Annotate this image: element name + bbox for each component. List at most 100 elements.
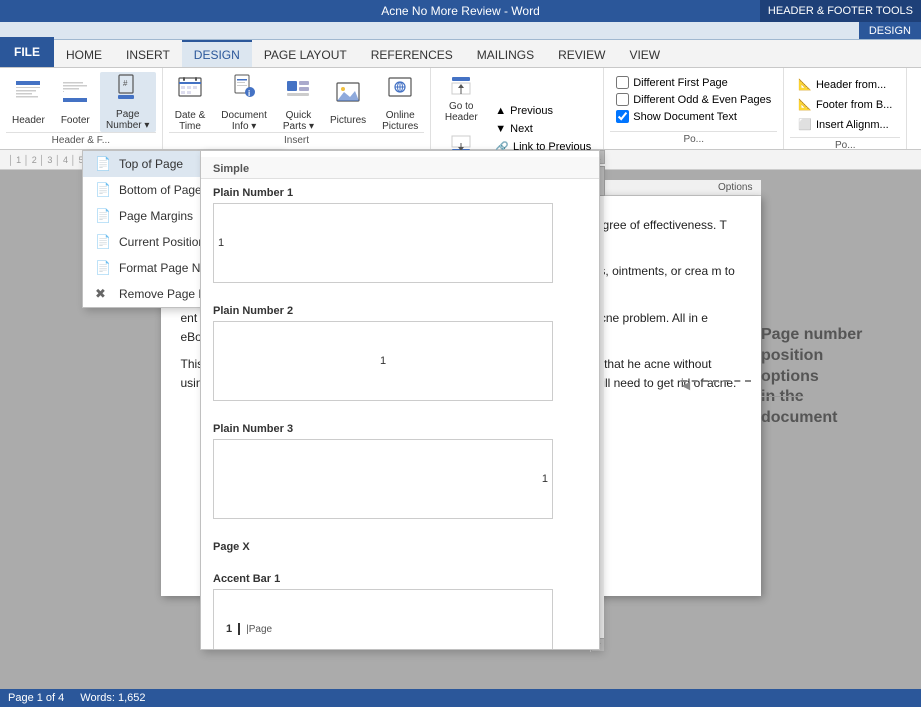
- page-x-title: Page X: [213, 541, 587, 553]
- ribbon-group-header-footer: Header Footer: [0, 68, 163, 149]
- plain-number-3-title: Plain Number 3: [213, 423, 587, 435]
- svg-text:i: i: [248, 89, 250, 98]
- header-label: Header: [12, 115, 45, 126]
- previous-label: Previous: [510, 105, 553, 117]
- tab-page-layout[interactable]: PAGE LAYOUT: [252, 40, 359, 67]
- page-number-button[interactable]: # PageNumber ▾: [100, 72, 156, 132]
- tab-insert[interactable]: INSERT: [114, 40, 182, 67]
- document-info-label: DocumentInfo ▾: [221, 110, 267, 132]
- hf-tools-bar: DESIGN: [0, 22, 921, 40]
- ribbon-content: Header Footer: [0, 68, 921, 150]
- ribbon-group-options: Different First Page Different Odd & Eve…: [604, 68, 784, 149]
- pictures-button[interactable]: Pictures: [324, 72, 372, 132]
- plain-number-1-preview: 1: [213, 203, 553, 283]
- next-icon: ▼: [495, 123, 506, 135]
- page-margins-icon: 📄: [95, 208, 111, 224]
- go-to-header-label: Go toHeader: [445, 101, 478, 123]
- hf-tools-label: HEADER & FOOTER TOOLS: [760, 0, 921, 22]
- tab-view[interactable]: VIEW: [617, 40, 672, 67]
- page-number-icon: #: [114, 73, 142, 107]
- header-button[interactable]: Header: [6, 72, 51, 132]
- accent-bar-1-item[interactable]: Accent Bar 1 1 |Page: [201, 565, 599, 650]
- footer-from-icon: 📐: [798, 98, 812, 111]
- online-pictures-icon: [386, 73, 414, 108]
- previous-button[interactable]: ▲ Previous: [489, 103, 597, 119]
- tab-references[interactable]: REFERENCES: [359, 40, 465, 67]
- ribbon-group-navigation: Go toHeader Go toFooter: [431, 68, 604, 149]
- page-number-label: PageNumber ▾: [106, 109, 149, 131]
- page-count: Page 1 of 4: [8, 692, 64, 704]
- header-icon: [14, 78, 42, 113]
- tab-design[interactable]: DESIGN: [182, 40, 252, 67]
- plain-number-2-preview: 1: [213, 321, 553, 401]
- pictures-icon: [334, 78, 362, 113]
- status-bar: Page 1 of 4 Words: 1,652: [0, 689, 921, 707]
- title-bar: Acne No More Review - Word HEADER & FOOT…: [0, 0, 921, 22]
- date-time-button[interactable]: Date &Time: [169, 72, 212, 132]
- ribbon-tabs: FILE HOME INSERT DESIGN PAGE LAYOUT REFE…: [0, 40, 921, 68]
- accent-bar-1-title: Accent Bar 1: [213, 573, 587, 585]
- date-time-icon: [176, 73, 204, 108]
- header-from-icon: 📐: [798, 78, 812, 91]
- top-of-page-icon: 📄: [95, 156, 111, 172]
- previous-icon: ▲: [495, 105, 506, 117]
- hf-tools-design-label: DESIGN: [859, 22, 921, 39]
- online-pictures-button[interactable]: OnlinePictures: [376, 72, 424, 132]
- submenu-section-simple: Simple: [201, 157, 599, 179]
- tab-review[interactable]: REVIEW: [546, 40, 617, 67]
- footer-button[interactable]: Footer: [55, 72, 96, 132]
- format-page-numbers-icon: 📄: [95, 260, 111, 276]
- plain-number-2-item[interactable]: Plain Number 2 1: [201, 297, 599, 415]
- plain-number-3-preview: 1: [213, 439, 553, 519]
- hf-group-label: Header & F...: [6, 132, 156, 146]
- show-document-text-checkbox[interactable]: Show Document Text: [616, 110, 771, 123]
- header-from-button[interactable]: 📐 Header from...: [792, 76, 898, 93]
- quick-parts-button[interactable]: QuickParts ▾: [277, 72, 320, 132]
- ribbon-group-items-hf: Header Footer: [6, 72, 156, 132]
- insert-group-label: Insert: [169, 132, 425, 146]
- tab-file[interactable]: FILE: [0, 37, 54, 67]
- plain-number-1-item[interactable]: Plain Number 1 1: [201, 179, 599, 297]
- position-group-label: Po...: [790, 137, 900, 151]
- top-of-page-label: Top of Page: [119, 157, 183, 171]
- next-button[interactable]: ▼ Next: [489, 121, 597, 137]
- insert-alignment-icon: ⬜: [798, 118, 812, 131]
- word-count: Words: 1,652: [80, 692, 145, 704]
- next-label: Next: [510, 123, 533, 135]
- insert-alignment-button[interactable]: ⬜ Insert Alignm...: [792, 116, 898, 133]
- tab-home[interactable]: HOME: [54, 40, 114, 67]
- plain-number-2-title: Plain Number 2: [213, 305, 587, 317]
- plain-number-1-title: Plain Number 1: [213, 187, 587, 199]
- ribbon-group-insert: Date &Time i DocumentInfo ▾: [163, 68, 432, 149]
- page-margins-label: Page Margins: [119, 209, 193, 223]
- current-position-label: Current Position: [119, 235, 205, 249]
- online-pictures-label: OnlinePictures: [382, 110, 418, 132]
- different-odd-even-checkbox[interactable]: Different Odd & Even Pages: [616, 93, 771, 106]
- footer-label: Footer: [61, 115, 90, 126]
- page-x-item[interactable]: Page X: [201, 533, 599, 565]
- pictures-label: Pictures: [330, 115, 366, 126]
- current-position-icon: 📄: [95, 234, 111, 250]
- page-number-submenu: Simple Plain Number 1 1 Plain Number 2 1: [200, 150, 600, 650]
- plain-number-3-item[interactable]: Plain Number 3 1: [201, 415, 599, 533]
- date-time-label: Date &Time: [175, 110, 206, 132]
- svg-text:#: #: [123, 79, 128, 88]
- quick-parts-label: QuickParts ▾: [283, 110, 314, 132]
- document-info-button[interactable]: i DocumentInfo ▾: [215, 72, 273, 132]
- go-to-header-button[interactable]: Go toHeader: [437, 72, 485, 127]
- quick-parts-icon: [284, 73, 312, 108]
- remove-page-numbers-icon: ✖: [95, 286, 111, 302]
- document-title: Acne No More Review - Word: [381, 4, 540, 18]
- different-first-page-checkbox[interactable]: Different First Page: [616, 76, 771, 89]
- footer-icon: [61, 78, 89, 113]
- bottom-of-page-icon: 📄: [95, 182, 111, 198]
- options-group-label: Po...: [610, 131, 777, 145]
- footer-from-button[interactable]: 📐 Footer from B...: [792, 96, 898, 113]
- accent-bar-1-preview: 1 |Page: [213, 589, 553, 650]
- bottom-of-page-label: Bottom of Page: [119, 183, 202, 197]
- document-info-icon: i: [230, 73, 258, 108]
- go-to-header-icon: [451, 76, 471, 99]
- page-number-annotation: Page number position options in the docu…: [761, 325, 901, 429]
- ribbon-group-position: 📐 Header from... 📐 Footer from B... ⬜ In…: [784, 68, 907, 149]
- tab-mailings[interactable]: MAILINGS: [465, 40, 546, 67]
